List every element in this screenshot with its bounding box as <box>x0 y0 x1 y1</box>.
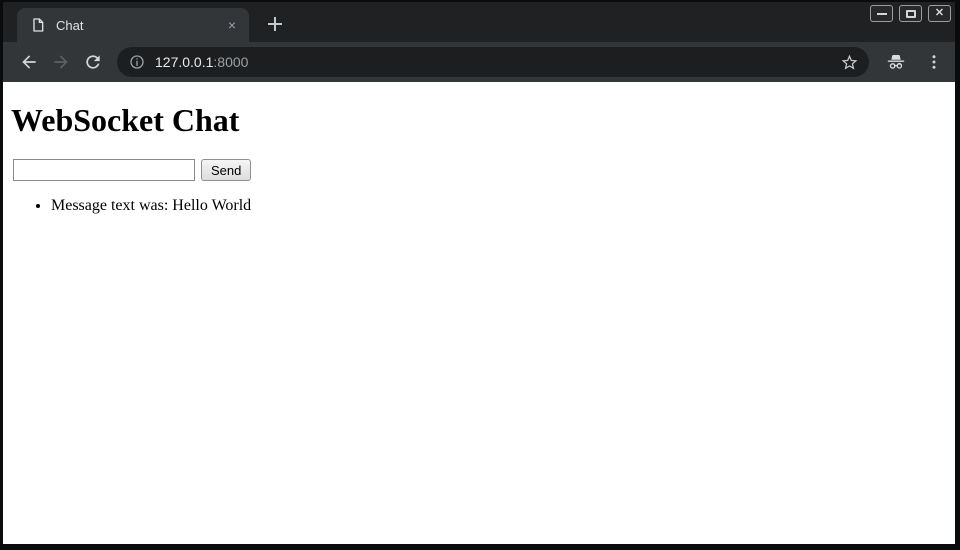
bookmark-button[interactable] <box>840 53 859 72</box>
maximize-button[interactable] <box>899 5 922 22</box>
info-icon[interactable] <box>129 54 145 70</box>
chat-form: Send <box>13 159 947 181</box>
send-button[interactable]: Send <box>201 159 251 181</box>
tab-chat[interactable]: Chat × <box>17 8 249 42</box>
forward-button[interactable] <box>45 46 77 78</box>
star-outline-icon <box>840 53 859 72</box>
address-bar[interactable]: 127.0.0.1:8000 <box>117 47 869 77</box>
url-host: 127.0.0.1 <box>155 54 213 70</box>
tab-title: Chat <box>56 18 223 33</box>
close-button[interactable]: ✕ <box>928 5 951 22</box>
url-text[interactable]: 127.0.0.1:8000 <box>155 54 840 70</box>
tab-close-icon[interactable]: × <box>223 16 241 34</box>
url-port: :8000 <box>213 54 248 70</box>
menu-button[interactable] <box>925 53 943 71</box>
maximize-icon <box>906 10 916 18</box>
message-list: Message text was: Hello World <box>11 197 947 216</box>
arrow-forward-icon <box>51 52 71 72</box>
browser-window: Chat × ✕ <box>0 0 960 550</box>
refresh-icon <box>83 52 103 72</box>
close-icon: ✕ <box>935 8 944 19</box>
message-item: Message text was: Hello World <box>51 197 947 216</box>
window-controls: ✕ <box>870 5 951 22</box>
kebab-menu-icon <box>925 53 943 71</box>
message-input[interactable] <box>13 159 195 181</box>
arrow-back-icon <box>19 52 39 72</box>
plus-icon <box>267 16 283 32</box>
incognito-icon <box>885 51 907 73</box>
tab-strip: Chat × ✕ <box>3 2 955 42</box>
reload-button[interactable] <box>77 46 109 78</box>
document-icon <box>30 17 46 33</box>
minimize-icon <box>877 13 887 15</box>
page-viewport: WebSocket Chat Send Message text was: He… <box>3 82 955 544</box>
back-button[interactable] <box>13 46 45 78</box>
new-tab-button[interactable] <box>261 10 289 38</box>
page-title: WebSocket Chat <box>11 103 947 138</box>
browser-toolbar: 127.0.0.1:8000 <box>3 42 955 82</box>
toolbar-right <box>885 51 943 73</box>
minimize-button[interactable] <box>870 5 893 22</box>
